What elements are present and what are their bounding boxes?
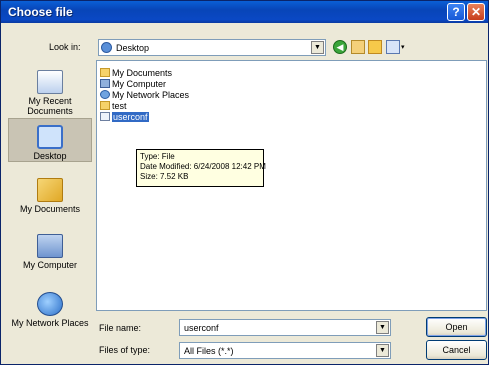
file-name-value: userconf [184, 323, 219, 333]
file-name-field[interactable]: userconf ▼ [179, 319, 391, 336]
files-of-type-dropdown[interactable]: All Files (*.*) ▼ [179, 342, 391, 359]
views-dropdown-arrow-icon[interactable]: ▾ [401, 43, 405, 51]
folder-icon [100, 68, 110, 77]
help-button[interactable]: ? [447, 3, 465, 21]
look-in-label: Look in: [49, 42, 81, 52]
list-item[interactable]: My Documents [100, 68, 172, 79]
place-label: My Computer [22, 260, 77, 270]
title-bar[interactable]: Choose file ? ✕ [1, 1, 488, 23]
list-item[interactable]: test [100, 101, 127, 112]
file-name-label: File name: [99, 323, 142, 333]
place-my-network-places[interactable]: My Network Places [8, 292, 92, 328]
network-places-icon [37, 292, 63, 316]
tooltip-type: Type: File [140, 152, 175, 161]
network-icon [100, 90, 110, 99]
tooltip-date-modified: Date Modified: 6/24/2008 12:42 PM [140, 162, 266, 171]
tooltip-size: Size: 7.52 KB [140, 172, 189, 181]
desktop-icon [101, 42, 112, 53]
place-label: Desktop [33, 151, 67, 161]
views-menu-icon[interactable] [386, 40, 400, 54]
my-documents-icon [37, 178, 63, 202]
file-icon [100, 112, 110, 121]
desktop-icon [37, 125, 63, 149]
open-button[interactable]: Open [426, 317, 487, 337]
window-title: Choose file [8, 5, 73, 19]
back-icon[interactable]: ◀ [333, 40, 347, 54]
close-button[interactable]: ✕ [467, 3, 485, 21]
place-label: My Recent Documents [27, 96, 73, 116]
place-my-documents[interactable]: My Documents [8, 178, 92, 214]
place-label: My Documents [19, 204, 81, 214]
file-info-tooltip: Type: File Date Modified: 6/24/2008 12:4… [136, 149, 266, 187]
list-item-selected[interactable]: userconf [100, 112, 149, 123]
chevron-down-icon[interactable]: ▼ [376, 321, 389, 334]
choose-file-dialog: Choose file ? ✕ Look in: Desktop ▼ ◀ ▾ M… [0, 0, 489, 365]
computer-icon [100, 79, 110, 88]
look-in-dropdown[interactable]: Desktop ▼ [98, 39, 326, 56]
new-folder-icon[interactable] [368, 40, 382, 54]
chevron-down-icon[interactable]: ▼ [376, 344, 389, 357]
up-folder-icon[interactable] [351, 40, 365, 54]
list-item[interactable]: My Computer [100, 79, 166, 90]
look-in-value: Desktop [116, 43, 150, 53]
place-my-computer[interactable]: My Computer [8, 234, 92, 270]
place-desktop[interactable]: Desktop [8, 118, 92, 162]
chevron-down-icon[interactable]: ▼ [311, 41, 324, 54]
recent-documents-icon [37, 70, 63, 94]
files-of-type-value: All Files (*.*) [184, 346, 234, 356]
cancel-button[interactable]: Cancel [426, 340, 487, 360]
place-my-recent-documents[interactable]: My Recent Documents [8, 70, 92, 116]
files-of-type-label: Files of type: [99, 345, 151, 355]
places-bar: My Recent Documents Desktop My Documents… [8, 60, 92, 357]
my-computer-icon [37, 234, 63, 258]
folder-icon [100, 101, 110, 110]
place-label: My Network Places [11, 318, 89, 328]
list-item[interactable]: My Network Places [100, 90, 189, 101]
